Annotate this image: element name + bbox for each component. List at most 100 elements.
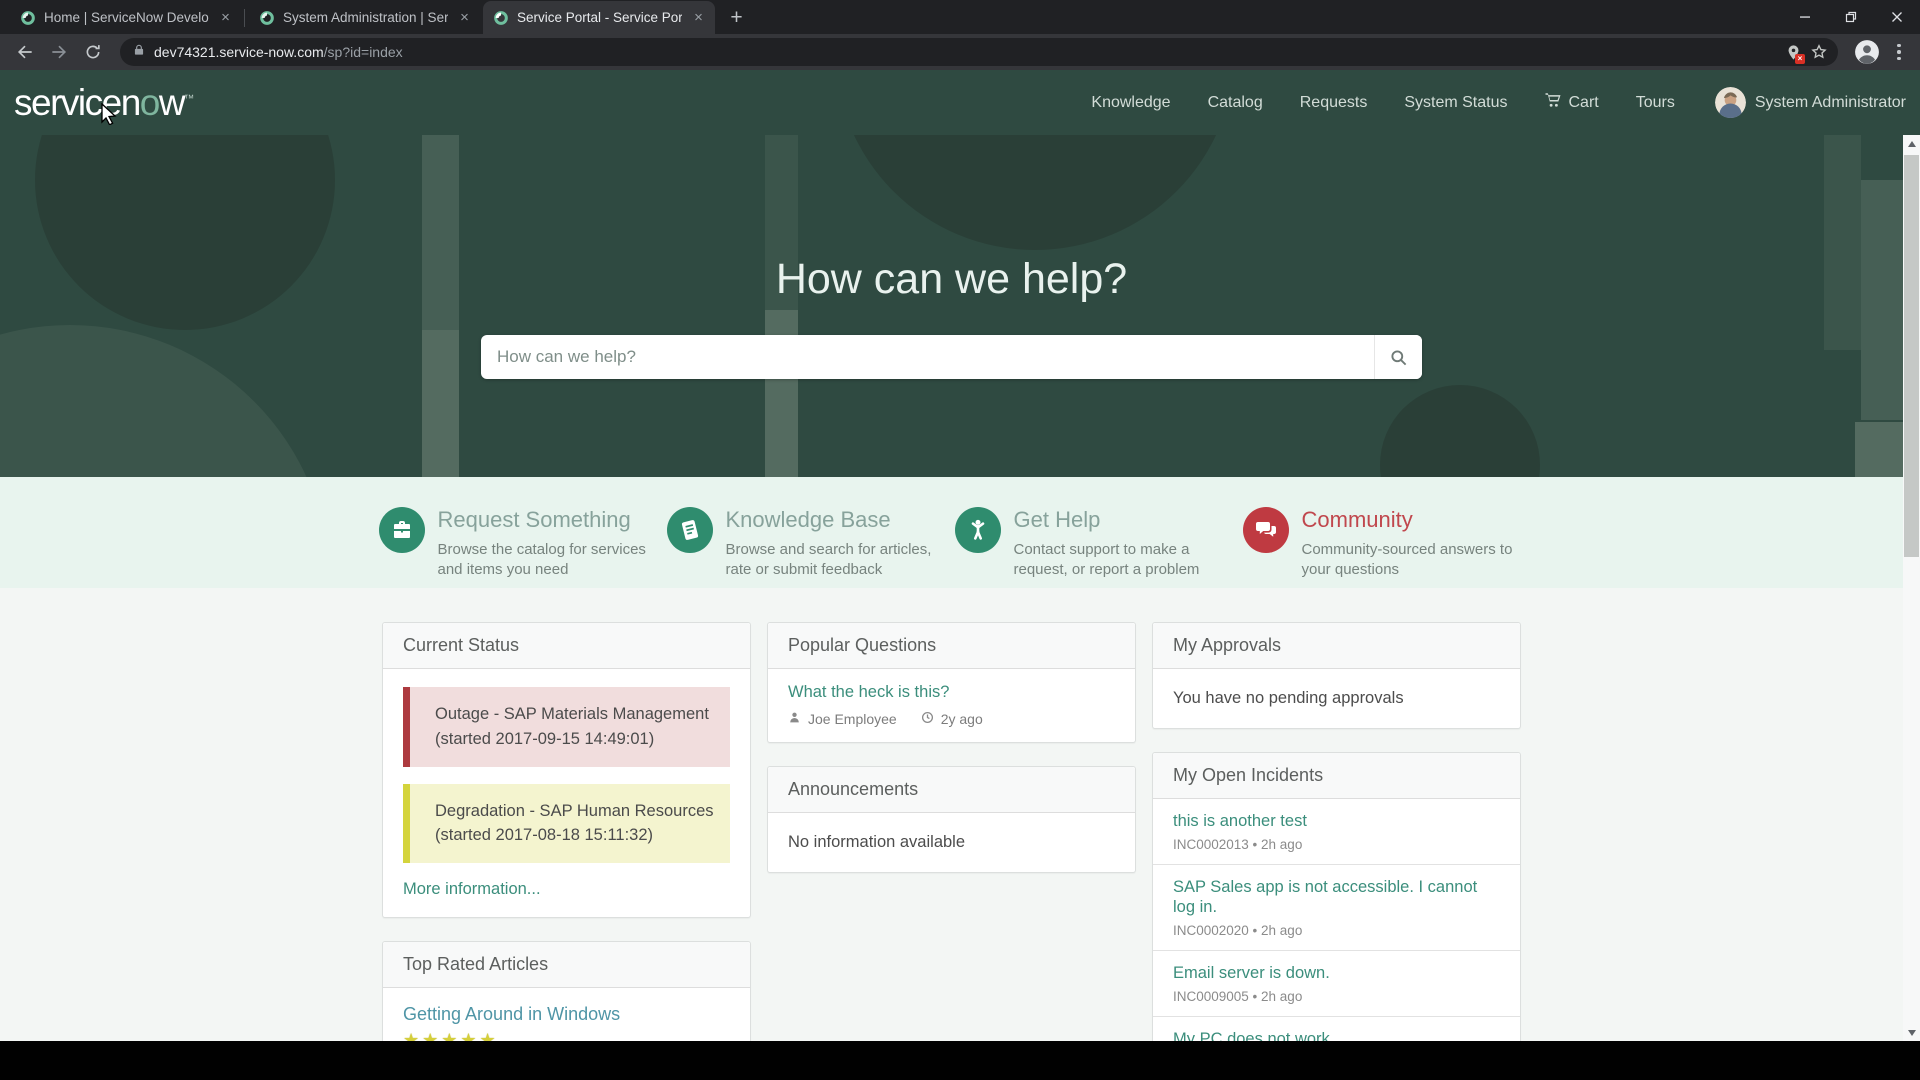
feature-description: Browse and search for articles, rate or … <box>726 540 949 580</box>
browser-tab-strip: Home | ServiceNow Developers × System Ad… <box>0 0 1920 34</box>
window-restore-button[interactable] <box>1828 0 1874 34</box>
user-name: System Administrator <box>1755 94 1906 112</box>
tab-close-icon[interactable]: × <box>690 9 707 26</box>
servicenow-favicon-icon <box>20 10 36 26</box>
card-header: My Open Incidents <box>1153 753 1520 799</box>
tab-close-icon[interactable]: × <box>217 9 234 26</box>
middle-column: Popular Questions What the heck is this?… <box>767 622 1136 896</box>
url-path: /sp?id=index <box>324 44 403 60</box>
tab-system-administration[interactable]: System Administration | ServiceN × <box>249 1 481 34</box>
book-icon <box>667 507 713 553</box>
nav-tours[interactable]: Tours <box>1636 94 1675 112</box>
nav-knowledge[interactable]: Knowledge <box>1091 94 1170 112</box>
my-open-incidents-card: My Open Incidents this is another test I… <box>1152 752 1521 1080</box>
hero-decoration <box>1855 422 1903 477</box>
user-avatar <box>1715 87 1746 118</box>
reload-button[interactable] <box>78 37 108 67</box>
question-author: Joe Employee <box>808 711 897 727</box>
lock-icon <box>132 43 146 62</box>
incident-link[interactable]: this is another test <box>1173 811 1500 831</box>
window-close-button[interactable] <box>1874 0 1920 34</box>
forward-button[interactable] <box>44 37 74 67</box>
author-icon <box>788 711 801 727</box>
page-scrollbar <box>1903 135 1920 1041</box>
bookmark-star-icon[interactable] <box>1806 39 1832 65</box>
tab-close-icon[interactable]: × <box>456 9 473 26</box>
tab-title: Home | ServiceNow Developers <box>44 10 209 25</box>
back-button[interactable] <box>10 37 40 67</box>
nav-requests[interactable]: Requests <box>1300 94 1368 112</box>
portal-header: servicenow™ Knowledge Catalog Requests S… <box>0 70 1920 135</box>
hero-title: How can we help? <box>0 255 1903 304</box>
more-information-link[interactable]: More information... <box>403 880 541 899</box>
question-link[interactable]: What the heck is this? <box>788 683 949 702</box>
empty-message: No information available <box>788 833 965 851</box>
new-tab-button[interactable]: + <box>723 4 750 31</box>
empty-message: You have no pending approvals <box>1173 689 1404 707</box>
incident-link[interactable]: Email server is down. <box>1173 963 1500 983</box>
card-header: Top Rated Articles <box>383 942 750 988</box>
incident-meta: INC0002020 • 2h ago <box>1173 923 1500 938</box>
nav-system-status[interactable]: System Status <box>1404 94 1507 112</box>
browser-menu-button[interactable] <box>1886 39 1912 65</box>
scrollbar-down-arrow[interactable] <box>1903 1024 1920 1041</box>
trademark-symbol: ™ <box>184 93 194 104</box>
hero-decoration <box>422 330 459 477</box>
question-meta: Joe Employee 2y ago <box>788 711 1115 727</box>
feature-knowledge-base[interactable]: Knowledge Base Browse and search for art… <box>667 507 949 588</box>
hero-decoration <box>1380 385 1540 477</box>
incident-meta: INC0002013 • 2h ago <box>1173 837 1500 852</box>
feature-get-help[interactable]: Get Help Contact support to make a reque… <box>955 507 1237 588</box>
person-icon <box>955 507 1001 553</box>
feature-title: Knowledge Base <box>726 507 949 533</box>
incident-link[interactable]: SAP Sales app is not accessible. I canno… <box>1173 877 1500 917</box>
nav-cart[interactable]: Cart <box>1544 91 1598 114</box>
search-button[interactable] <box>1374 335 1422 379</box>
feature-title: Get Help <box>1014 507 1237 533</box>
card-header: Current Status <box>383 623 750 669</box>
tab-service-portal[interactable]: Service Portal - Service Portal × <box>483 1 715 34</box>
hero-section: How can we help? <box>0 135 1903 477</box>
servicenow-logo[interactable]: servicenow™ <box>14 82 194 124</box>
feature-request-something[interactable]: Request Something Browse the catalog for… <box>379 507 661 588</box>
tab-separator <box>244 9 245 27</box>
user-menu[interactable]: System Administrator <box>1715 87 1906 118</box>
status-alert-outage: Outage - SAP Materials Management (start… <box>403 687 730 767</box>
search-input[interactable] <box>481 335 1374 379</box>
tab-servicenow-developers[interactable]: Home | ServiceNow Developers × <box>10 1 242 34</box>
location-blocked-icon[interactable]: × <box>1780 39 1806 65</box>
incident-row: SAP Sales app is not accessible. I canno… <box>1153 864 1520 950</box>
right-column: My Approvals You have no pending approva… <box>1152 622 1521 1080</box>
browser-toolbar: dev74321.service-now.com/sp?id=index × <box>0 34 1920 70</box>
status-alert-degradation: Degradation - SAP Human Resources (start… <box>403 784 730 864</box>
article-link[interactable]: Getting Around in Windows <box>403 1004 620 1025</box>
servicenow-favicon-icon <box>493 10 509 26</box>
tab-title: Service Portal - Service Portal <box>517 10 682 25</box>
left-column: Current Status Outage - SAP Materials Ma… <box>382 622 751 1080</box>
nav-catalog[interactable]: Catalog <box>1208 94 1263 112</box>
cart-icon <box>1544 91 1562 114</box>
my-approvals-card: My Approvals You have no pending approva… <box>1152 622 1521 729</box>
hero-decoration <box>0 325 330 477</box>
tab-title: System Administration | ServiceN <box>283 10 448 25</box>
feature-band: Request Something Browse the catalog for… <box>0 477 1903 588</box>
url-bar[interactable]: dev74321.service-now.com/sp?id=index × <box>120 38 1838 66</box>
feature-title: Request Something <box>438 507 661 533</box>
scrollbar-up-arrow[interactable] <box>1903 135 1920 152</box>
announcements-card: Announcements No information available <box>767 766 1136 873</box>
scrollbar-thumb[interactable] <box>1904 155 1919 557</box>
card-header: Announcements <box>768 767 1135 813</box>
blocked-badge: × <box>1795 54 1805 64</box>
briefcase-icon <box>379 507 425 553</box>
feature-community[interactable]: Community Community-sourced answers to y… <box>1243 507 1525 588</box>
feature-description: Contact support to make a request, or re… <box>1014 540 1237 580</box>
logo-green-o: o <box>140 82 159 123</box>
question-age: 2y ago <box>941 711 983 727</box>
portal-content: Current Status Outage - SAP Materials Ma… <box>0 588 1903 1041</box>
incident-meta: INC0009005 • 2h ago <box>1173 989 1500 1004</box>
window-minimize-button[interactable] <box>1782 0 1828 34</box>
browser-profile-avatar[interactable] <box>1854 39 1880 65</box>
portal-nav: Knowledge Catalog Requests System Status… <box>1091 87 1906 118</box>
card-header: My Approvals <box>1153 623 1520 669</box>
incident-row: Email server is down. INC0009005 • 2h ag… <box>1153 950 1520 1016</box>
